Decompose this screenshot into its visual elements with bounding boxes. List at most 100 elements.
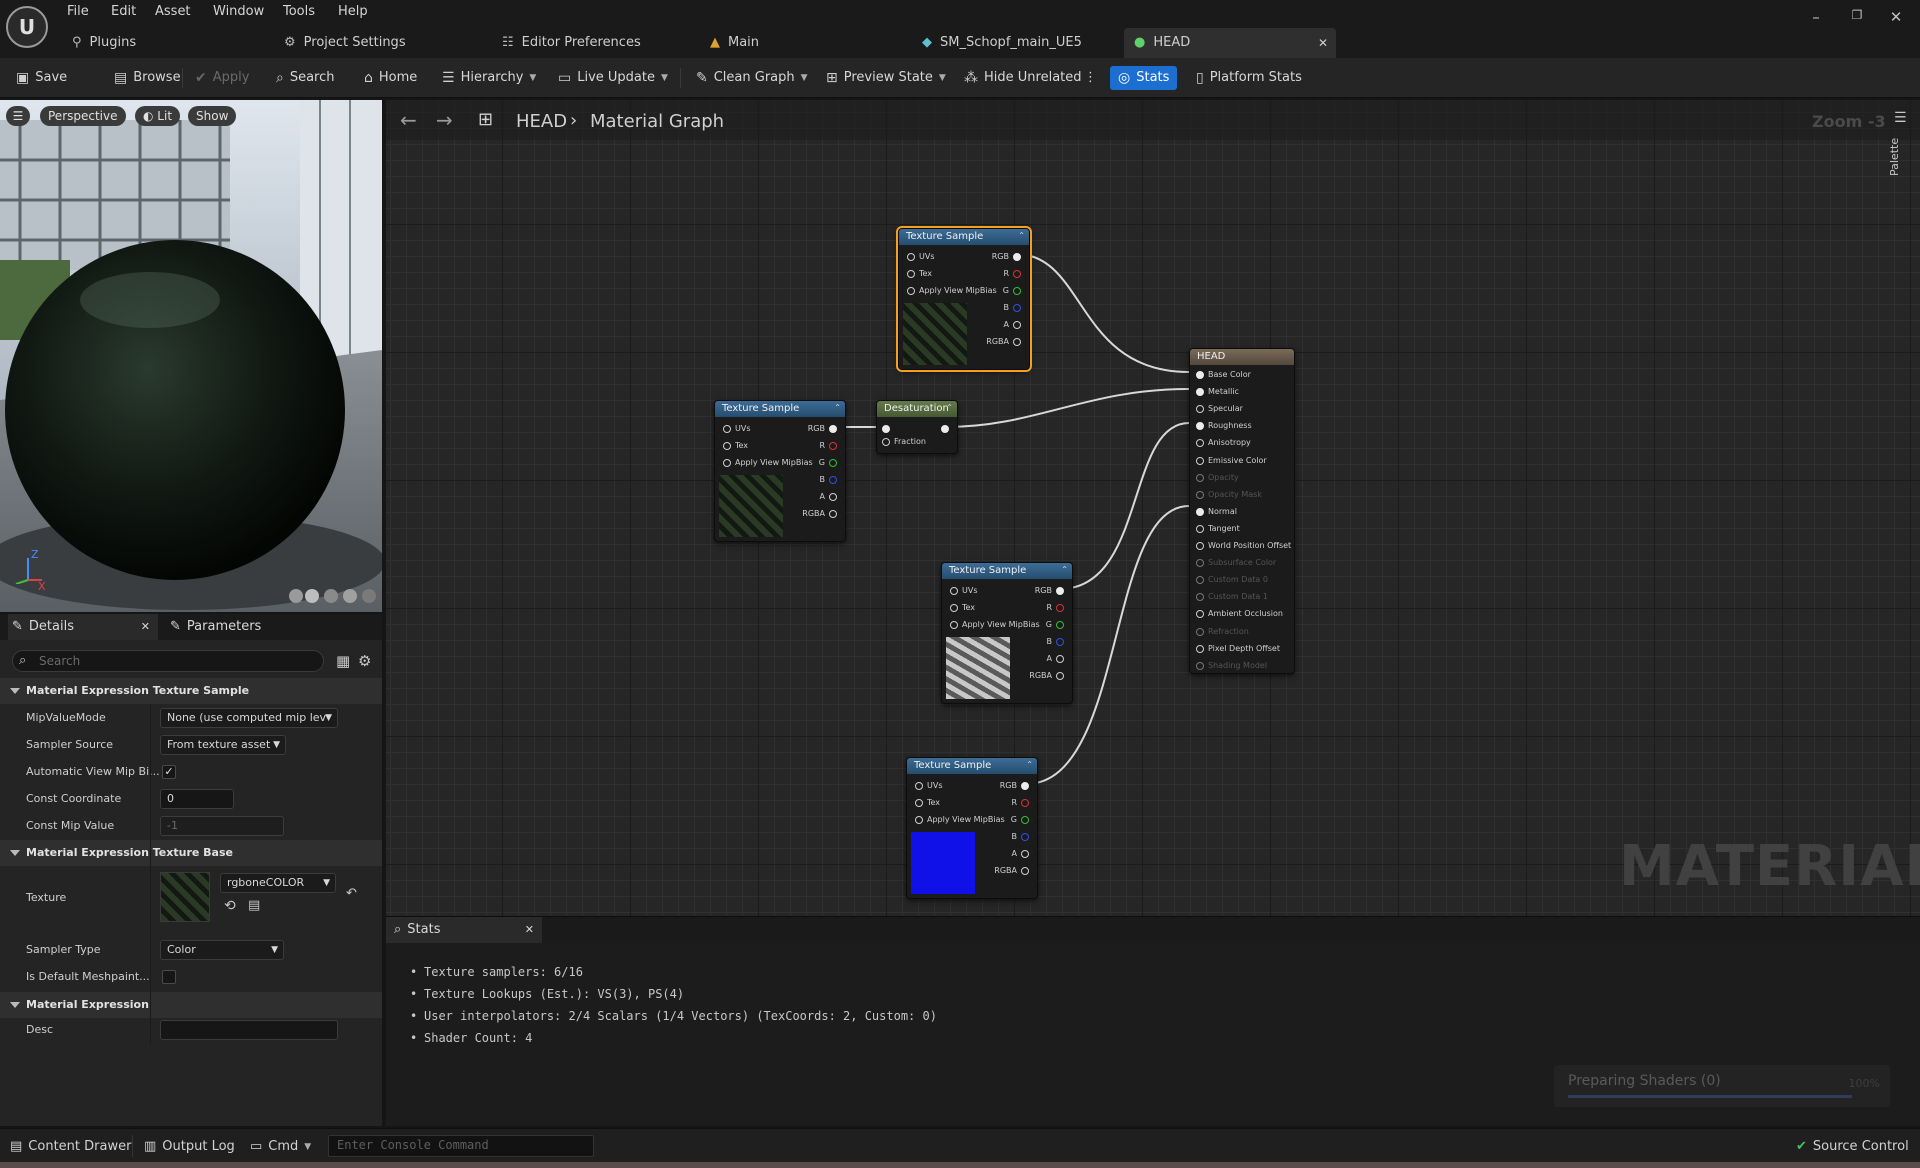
tab-main[interactable]: ▲ Main (710, 28, 759, 58)
pin-a-out[interactable]: A (1012, 848, 1017, 860)
perspective-button[interactable]: Perspective (40, 106, 126, 126)
pin-tex[interactable]: Tex (907, 268, 932, 280)
pin-connector[interactable] (1196, 491, 1204, 499)
pin-rgb-out[interactable]: RGB (992, 251, 1009, 263)
pin-head-input[interactable]: Tangent (1196, 523, 1240, 535)
tab-project-settings[interactable]: ⚙ Project Settings (284, 28, 406, 58)
pin-b-out[interactable]: B (1012, 831, 1018, 843)
pin-connector[interactable] (1196, 388, 1204, 396)
texture-sample-node[interactable]: Texture Sample ⌃ UVs Tex Apply View MipB… (898, 228, 1030, 370)
mip-value-mode-dropdown[interactable]: None (use computed mip lev▼ (160, 708, 338, 728)
pin-g-out[interactable]: G (1046, 619, 1052, 631)
is-default-meshpaint-checkbox[interactable] (162, 970, 176, 984)
collapse-chevron-icon[interactable]: ⌃ (1061, 565, 1068, 574)
pin-b-out[interactable]: B (820, 474, 826, 486)
more-options-icon[interactable]: ⋮ (1084, 66, 1097, 90)
pin-connector[interactable] (1196, 525, 1204, 533)
menu-file[interactable]: File (67, 2, 89, 22)
pin-apply-mipbias[interactable]: Apply View MipBias (723, 457, 813, 469)
pin-head-input[interactable]: Shading Model (1196, 660, 1267, 672)
pin-g-out[interactable]: G (1011, 814, 1017, 826)
texture-asset-dropdown[interactable]: rgboneCOLOR▼ (220, 873, 336, 893)
collapse-chevron-icon[interactable]: ⌃ (946, 403, 953, 412)
const-coordinate-input[interactable]: 0 (160, 789, 234, 809)
close-tab-icon[interactable]: ✕ (141, 614, 150, 640)
cmd-dropdown[interactable]: ▭Cmd▼ (250, 1137, 311, 1157)
hierarchy-dropdown[interactable]: ☰Hierarchy▼ (442, 66, 536, 90)
texture-sample-node[interactable]: Texture Sample ⌃ UVs Tex Apply View MipB… (714, 400, 846, 542)
browse-button[interactable]: ▤Browse (114, 66, 181, 90)
pin-head-input[interactable]: Anisotropy (1196, 437, 1251, 449)
pin-r-out[interactable]: R (1046, 602, 1052, 614)
pin-head-input[interactable]: Specular (1196, 403, 1243, 415)
material-graph-canvas[interactable]: ← → ⊞ HEAD › Material Graph Zoom -3 ☰ Pa… (386, 100, 1920, 916)
pin-connector[interactable] (1196, 593, 1204, 601)
pin-head-input[interactable]: World Position Offset (1196, 540, 1291, 552)
pin-connector[interactable] (1196, 508, 1204, 516)
pin-apply-mipbias[interactable]: Apply View MipBias (950, 619, 1040, 631)
pin-rgb-out[interactable]: RGB (1000, 780, 1017, 792)
tab-parameters[interactable]: ✎ Parameters (170, 614, 261, 640)
pin-head-input[interactable]: Custom Data 1 (1196, 591, 1268, 603)
texture-sample-node[interactable]: Texture Sample ⌃ UVs Tex Apply View MipB… (906, 757, 1038, 899)
sampler-type-dropdown[interactable]: Color▼ (160, 940, 284, 960)
hide-unrelated-button[interactable]: ⁂Hide Unrelated (964, 66, 1082, 90)
section-texture-base[interactable]: Material Expression Texture Base (0, 840, 382, 866)
pin-tex[interactable]: Tex (915, 797, 940, 809)
pin-a-out[interactable]: A (1004, 319, 1009, 331)
pin-uvs[interactable]: UVs (723, 423, 751, 435)
lit-button[interactable]: ◐ Lit (135, 106, 180, 126)
close-tab-icon[interactable]: ✕ (525, 917, 534, 943)
collapse-chevron-icon[interactable]: ⌃ (1018, 231, 1025, 240)
menu-window[interactable]: Window (213, 2, 264, 22)
pin-connector[interactable] (1196, 422, 1204, 430)
tab-head[interactable]: ● HEAD ✕ (1124, 28, 1336, 58)
const-mip-value-input[interactable]: -1 (160, 816, 284, 836)
unreal-logo-icon[interactable]: U (6, 6, 48, 48)
pin-head-input[interactable]: Roughness (1196, 420, 1252, 432)
menu-edit[interactable]: Edit (111, 2, 136, 22)
menu-tools[interactable]: Tools (283, 2, 315, 22)
pin-connector[interactable] (1196, 371, 1204, 379)
texture-thumbnail[interactable] (160, 872, 210, 922)
pin-connector[interactable] (1196, 610, 1204, 618)
sampler-source-dropdown[interactable]: From texture asset▼ (160, 735, 286, 755)
close-window-icon[interactable]: ✕ (1886, 8, 1906, 26)
source-control-button[interactable]: ✔Source Control (1796, 1137, 1909, 1157)
pin-uvs[interactable]: UVs (915, 780, 943, 792)
menu-asset[interactable]: Asset (155, 2, 191, 22)
show-button[interactable]: Show (188, 106, 236, 126)
pin-connector[interactable] (1196, 628, 1204, 636)
output-log-button[interactable]: ▥Output Log (144, 1137, 235, 1157)
pin-r-out[interactable]: R (1011, 797, 1017, 809)
pin-head-input[interactable]: Pixel Depth Offset (1196, 643, 1280, 655)
pin-rgba-out[interactable]: RGBA (802, 508, 825, 520)
pin-r-out[interactable]: R (1003, 268, 1009, 280)
pin-head-input[interactable]: Metallic (1196, 386, 1239, 398)
pin-head-input[interactable]: Normal (1196, 506, 1237, 518)
pin-rgba-out[interactable]: RGBA (1029, 670, 1052, 682)
tab-details[interactable]: ✎ Details ✕ (8, 614, 158, 640)
settings-gear-icon[interactable]: ⚙ (358, 652, 371, 670)
reset-to-default-icon[interactable]: ↶ (346, 886, 357, 901)
pin-connector[interactable] (1196, 474, 1204, 482)
use-selected-asset-icon[interactable]: ⟲ (224, 898, 236, 914)
apply-button[interactable]: ✔Apply (195, 66, 249, 90)
pin-b-out[interactable]: B (1047, 636, 1053, 648)
pin-connector[interactable] (1196, 542, 1204, 550)
platform-stats-button[interactable]: ▯Platform Stats (1196, 66, 1302, 90)
tab-sm-schopf[interactable]: ◆ SM_Schopf_main_UE5 (922, 28, 1082, 58)
pin-uvs[interactable]: UVs (907, 251, 935, 263)
pin-head-input[interactable]: Subsurface Color (1196, 557, 1276, 569)
material-result-node[interactable]: HEAD Base ColorMetallicSpecularRoughness… (1189, 348, 1295, 674)
collapse-chevron-icon[interactable]: ⌃ (834, 403, 841, 412)
pin-head-input[interactable]: Custom Data 0 (1196, 574, 1268, 586)
pin-rgb-out[interactable]: RGB (808, 423, 825, 435)
pin-tex[interactable]: Tex (723, 440, 748, 452)
pin-rgba-out[interactable]: RGBA (994, 865, 1017, 877)
pin-head-input[interactable]: Opacity Mask (1196, 489, 1262, 501)
pin-head-input[interactable]: Refraction (1196, 626, 1249, 638)
pin-head-input[interactable]: Base Color (1196, 369, 1251, 381)
pin-connector[interactable] (1196, 457, 1204, 465)
pin-tex[interactable]: Tex (950, 602, 975, 614)
